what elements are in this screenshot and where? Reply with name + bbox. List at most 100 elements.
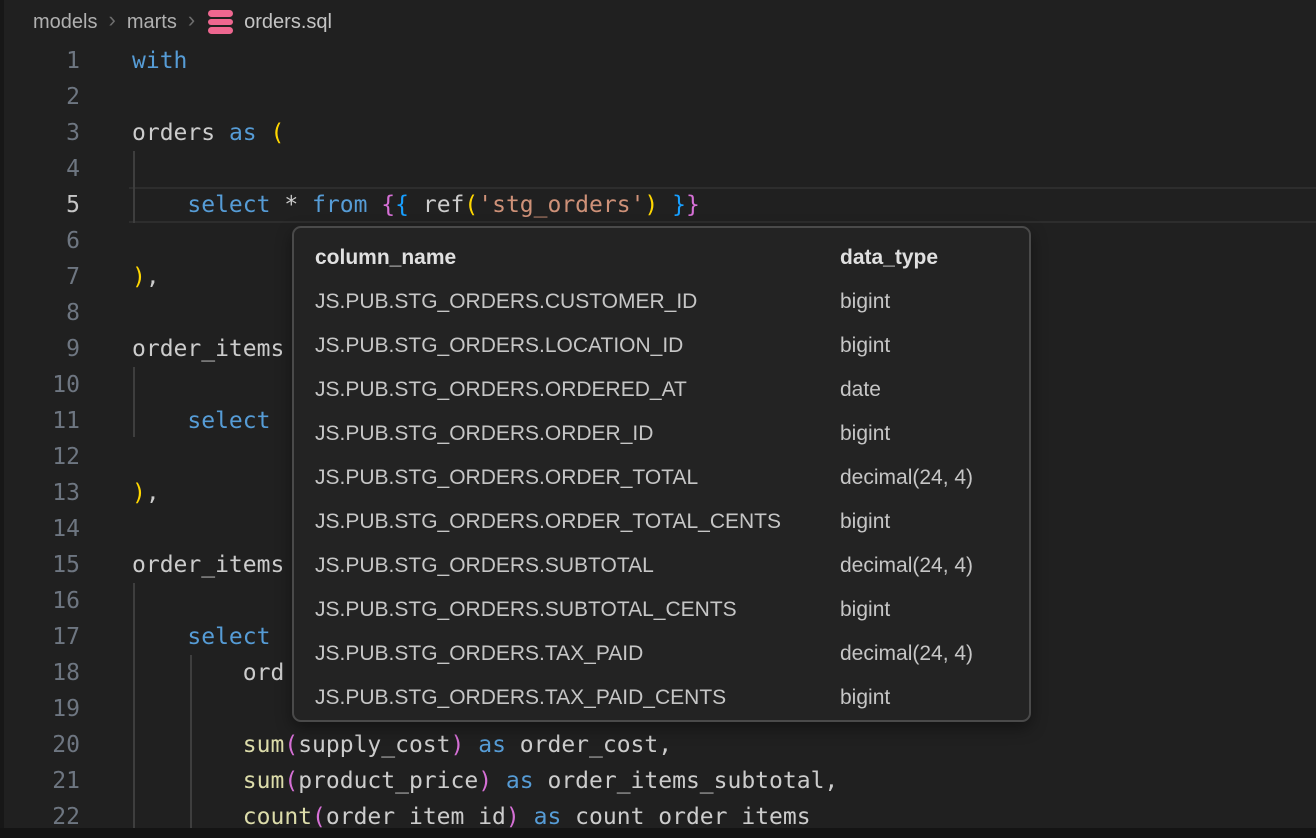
code-token [658,192,672,218]
line-number[interactable]: 4 [0,151,80,187]
code-token: { [381,192,395,218]
line-number[interactable]: 5 [0,187,80,223]
line-number[interactable]: 17 [0,619,80,655]
line-content[interactable]: order_items [80,331,284,367]
code-token: order_items_subtotal, [534,768,839,794]
line-content[interactable]: with [80,43,187,79]
code-line-21[interactable]: 21 sum(product_price) as order_items_sub… [0,763,1316,799]
code-token: ( [312,804,326,830]
column-name-header: column_name [315,246,840,270]
line-content[interactable]: ), [80,259,160,295]
code-token: order_items [132,336,284,362]
code-token: sum [243,768,285,794]
code-token: 'stg_orders' [478,192,644,218]
breadcrumb-item-marts[interactable]: marts [127,11,177,34]
code-token: sum [243,732,285,758]
line-number[interactable]: 20 [0,727,80,763]
database-icon [208,10,233,34]
code-line-4[interactable]: 4 [0,151,1316,187]
line-number[interactable]: 16 [0,583,80,619]
code-token: product_price [298,768,478,794]
code-token: , [146,480,160,506]
line-number[interactable]: 10 [0,367,80,403]
column-row: JS.PUB.STG_ORDERS.SUBTOTALdecimal(24, 4) [294,544,1029,588]
editor-window: models › marts › orders.sql 1with23order… [0,0,1316,838]
code-line-20[interactable]: 20 sum(supply_cost) as order_cost, [0,727,1316,763]
line-content[interactable]: orders as ( [80,115,284,151]
data-type-cell: bigint [840,290,1011,314]
line-number[interactable]: 8 [0,295,80,331]
line-number[interactable]: 1 [0,43,80,79]
line-number[interactable]: 21 [0,763,80,799]
line-content[interactable]: select * from {{ ref('stg_orders') }} [80,187,700,223]
code-token: } [672,192,686,218]
code-token [520,804,534,830]
code-token [132,804,243,830]
popup-header-row: column_name data_type [294,236,1029,280]
line-content[interactable]: ord [80,655,284,691]
line-number[interactable]: 11 [0,403,80,439]
line-content[interactable]: select [80,619,270,655]
code-token: as [478,732,506,758]
code-token: from [312,192,367,218]
code-token: count_order_items [561,804,810,830]
code-line-1[interactable]: 1 with [0,43,1316,79]
code-token: count [243,804,312,830]
column-row: JS.PUB.STG_ORDERS.TAX_PAID_CENTSbigint [294,676,1029,720]
line-number[interactable]: 19 [0,691,80,727]
column-name-cell: JS.PUB.STG_ORDERS.CUSTOMER_ID [315,290,840,314]
column-name-cell: JS.PUB.STG_ORDERS.SUBTOTAL [315,554,840,578]
code-token: ) [451,732,465,758]
chevron-right-icon: › [108,9,115,31]
code-token: order_items [132,552,284,578]
column-row: JS.PUB.STG_ORDERS.ORDER_TOTAL_CENTSbigin… [294,500,1029,544]
breadcrumb-item-models[interactable]: models [33,11,97,34]
column-name-cell: JS.PUB.STG_ORDERS.ORDER_ID [315,422,840,446]
breadcrumb-item-file[interactable]: orders.sql [244,11,332,34]
column-row: JS.PUB.STG_ORDERS.ORDER_IDbigint [294,412,1029,456]
line-content[interactable]: order_items [80,547,284,583]
code-token: ) [132,480,146,506]
data-type-cell: bigint [840,510,1011,534]
code-token: as [229,120,257,146]
code-token [132,408,187,434]
code-token [132,768,243,794]
column-name-cell: JS.PUB.STG_ORDERS.ORDER_TOTAL_CENTS [315,510,840,534]
code-token: ( [271,120,285,146]
line-number[interactable]: 3 [0,115,80,151]
line-number[interactable]: 12 [0,439,80,475]
line-number[interactable]: 6 [0,223,80,259]
code-token: order_item_id [326,804,506,830]
code-token: select [187,408,270,434]
line-number[interactable]: 18 [0,655,80,691]
code-token: ( [284,768,298,794]
code-line-5[interactable]: 5 select * from {{ ref('stg_orders') }} [0,187,1316,223]
line-content[interactable]: select [80,403,270,439]
column-name-cell: JS.PUB.STG_ORDERS.ORDER_TOTAL [315,466,840,490]
column-name-cell: JS.PUB.STG_ORDERS.LOCATION_ID [315,334,840,358]
data-type-cell: bigint [840,422,1011,446]
column-info-popup: column_name data_type JS.PUB.STG_ORDERS.… [292,226,1031,722]
line-number[interactable]: 7 [0,259,80,295]
column-row: JS.PUB.STG_ORDERS.SUBTOTAL_CENTSbigint [294,588,1029,632]
line-number[interactable]: 9 [0,331,80,367]
code-token: select [187,192,270,218]
code-token: supply_cost [298,732,450,758]
code-token: as [506,768,534,794]
code-line-3[interactable]: 3orders as ( [0,115,1316,151]
line-number[interactable]: 13 [0,475,80,511]
line-content[interactable]: sum(product_price) as order_items_subtot… [80,763,838,799]
code-token: ref [409,192,464,218]
code-token: with [132,48,187,74]
line-number[interactable]: 15 [0,547,80,583]
chevron-right-icon: › [188,9,195,31]
line-number[interactable]: 14 [0,511,80,547]
line-number[interactable]: 2 [0,79,80,115]
code-line-2[interactable]: 2 [0,79,1316,115]
line-content[interactable]: sum(supply_cost) as order_cost, [80,727,672,763]
column-row: JS.PUB.STG_ORDERS.LOCATION_IDbigint [294,324,1029,368]
column-name-cell: JS.PUB.STG_ORDERS.TAX_PAID [315,642,840,666]
code-token: select [187,624,270,650]
line-content[interactable]: ), [80,475,160,511]
breadcrumb: models › marts › orders.sql [0,0,1316,44]
